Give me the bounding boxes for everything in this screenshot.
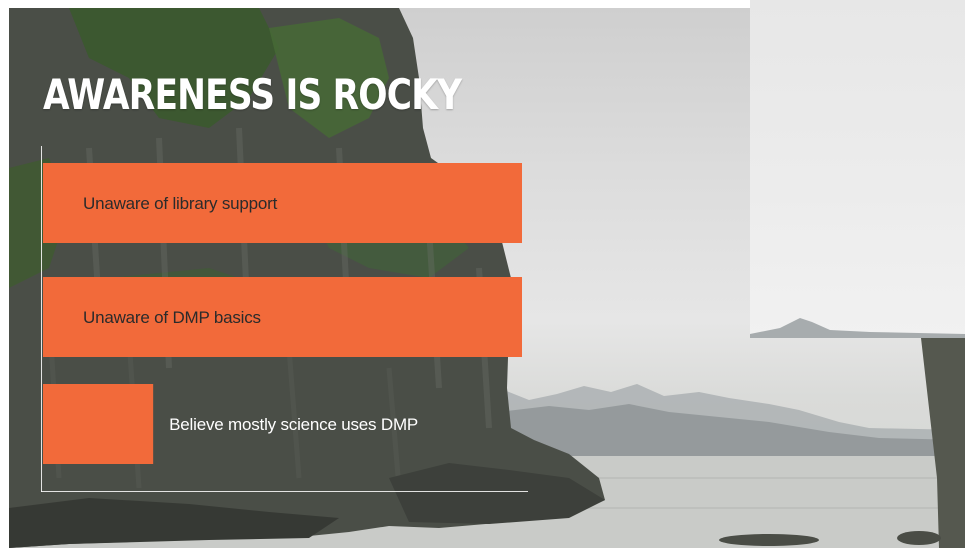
overlay-mountain <box>750 318 965 338</box>
slide-stage: AWARENESS IS ROCKY Unaware of library su… <box>0 0 965 548</box>
bar-3 <box>43 384 154 464</box>
bar-label-1: Unaware of library support <box>83 194 278 213</box>
bar-label-3: Believe mostly science uses DMP <box>169 415 418 434</box>
overlay-photo-art <box>750 318 965 338</box>
bar-label-2: Unaware of DMP basics <box>83 308 261 327</box>
overlay-photo-fragment <box>750 0 965 338</box>
